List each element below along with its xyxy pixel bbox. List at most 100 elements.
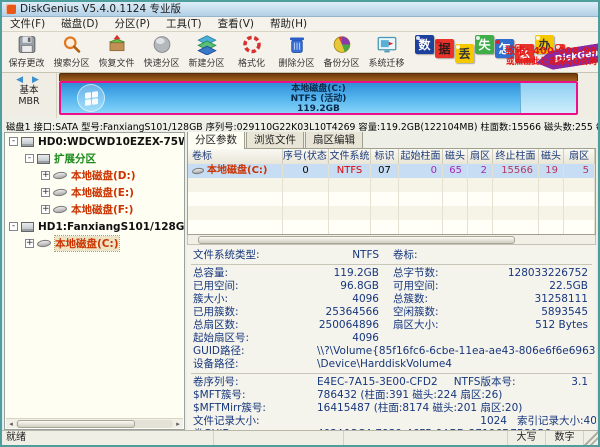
search-partition-button[interactable]: 搜索分区 [49, 32, 94, 72]
expand-icon[interactable]: + [41, 188, 50, 197]
expand-icon[interactable]: + [25, 239, 34, 248]
tree-item-disk-e[interactable]: + 本地磁盘(E:) [5, 184, 184, 201]
detail-row-guid-path: GUID路径:\\?\Volume{85f16fc6-6cbe-11ea-ae4… [187, 345, 596, 358]
collapse-icon[interactable]: - [9, 137, 18, 146]
detail-row-record-size: 文件记录大小:1024 索引记录大小:4096 [187, 415, 596, 428]
disk-tree-panel: - HD0:WDCWD10EZEX-75WN4A1(932GB) - 扩展分区 … [4, 132, 185, 430]
menu-tools[interactable]: 工具(T) [158, 17, 210, 32]
detail-row-mft: $MFT簇号:786432 (柱面:391 磁头:224 扇区:26) [187, 389, 596, 402]
partition-icon [53, 171, 68, 180]
system-migration-icon [376, 34, 398, 55]
detail-row: 起始扇区号:4096 [187, 332, 596, 345]
right-panel: 分区参数 浏览文件 扇区编辑 卷标 序号(状态) 文件系统 标识 起始柱面 磁头… [187, 132, 596, 430]
tree-horizontal-scrollbar[interactable]: ◂ ▸ [6, 418, 183, 428]
tree-item-disk-f[interactable]: + 本地磁盘(F:) [5, 201, 184, 218]
tab-browse-files[interactable]: 浏览文件 [246, 132, 304, 148]
table-horizontal-scrollbar[interactable] [187, 235, 596, 245]
partition-icon [37, 239, 52, 248]
toolbar: 保存更改 搜索分区 恢复文件 快速分区 [2, 32, 598, 73]
partition-c-bar[interactable]: 本地磁盘(C:) NTFS (活动) 119.2GB [59, 81, 578, 115]
hdd-icon [21, 137, 34, 147]
expand-icon[interactable]: + [41, 171, 50, 180]
tab-partition-params[interactable]: 分区参数 [187, 132, 245, 149]
next-disk-icon[interactable]: ▶ [32, 75, 42, 85]
tree-item-extended-partition[interactable]: - 扩展分区 [5, 150, 184, 167]
save-changes-button[interactable]: 保存更改 [4, 32, 49, 72]
new-partition-button[interactable]: 新建分区 [184, 32, 229, 72]
detail-row-serial: 卷序列号:E4EC-7A15-3E00-CFD2 NTFS版本号:3.1 [187, 376, 596, 389]
format-button[interactable]: 格式化 [229, 32, 274, 72]
collapse-icon[interactable]: - [25, 154, 34, 163]
detail-row: 已用簇数:25364566 空闲簇数:5893545 [187, 306, 596, 319]
prev-disk-icon[interactable]: ◀ [16, 75, 26, 85]
disk-nav: ◀ ▶ 基本 MBR [2, 73, 57, 118]
hdd-icon [21, 222, 34, 232]
detail-row: 簇大小:4096 总簇数:31258111 [187, 293, 596, 306]
divider [191, 264, 592, 265]
empty-table-row [188, 192, 595, 206]
tree-item-disk-c[interactable]: + 本地磁盘(C:) [5, 235, 184, 252]
backup-partition-icon [331, 34, 353, 55]
menu-disk[interactable]: 磁盘(D) [53, 17, 106, 32]
app-window: DiskGenius V5.4.0.1124 专业版 文件(F) 磁盘(D) 分… [0, 0, 600, 447]
detail-row: 已用空间:96.8GB 可用空间:22.5GB [187, 280, 596, 293]
detail-row: 总容量:119.2GB 总字节数:128033226752 [187, 267, 596, 280]
recover-files-button[interactable]: 恢复文件 [94, 32, 139, 72]
tree-item-hd1[interactable]: - HD1:FanxiangS101/128GB(119GB) [5, 218, 184, 235]
slogan-tile: 数 [415, 35, 434, 54]
promo-banner[interactable]: 数 据 丢 失 怎 么 办 ! DiskGenius 团队为您服务 致电: 40… [409, 32, 598, 72]
extended-partition-icon [37, 154, 50, 164]
backup-partition-button[interactable]: 备份分区 [319, 32, 364, 72]
scroll-left-icon[interactable]: ◂ [6, 419, 16, 429]
divider [191, 373, 592, 374]
partition-icon [53, 188, 68, 197]
scroll-right-icon[interactable]: ▸ [173, 419, 183, 429]
tab-sector-edit[interactable]: 扇区编辑 [305, 132, 363, 148]
expand-icon[interactable]: + [41, 205, 50, 214]
window-title: DiskGenius V5.4.0.1124 专业版 [20, 2, 181, 16]
previous-disk-bar[interactable] [59, 73, 578, 81]
collapse-icon[interactable]: - [9, 222, 18, 231]
menu-file[interactable]: 文件(F) [2, 17, 53, 32]
delete-partition-button[interactable]: 删除分区 [274, 32, 319, 72]
tab-bar: 分区参数 浏览文件 扇区编辑 [187, 132, 596, 148]
main-area: - HD0:WDCWD10EZEX-75WN4A1(932GB) - 扩展分区 … [2, 132, 598, 430]
menu-bar: 文件(F) 磁盘(D) 分区(P) 工具(T) 查看(V) 帮助(H) [2, 17, 598, 32]
partition-bar-label: 本地磁盘(C:) NTFS (活动) 119.2GB [61, 84, 576, 114]
scrollbar-thumb[interactable] [17, 420, 135, 428]
detail-row-device-path: 设备路径:\Device\HarddiskVolume4 [187, 358, 596, 371]
quick-partition-icon [151, 34, 173, 55]
partition-icon [192, 167, 205, 175]
title-bar[interactable]: DiskGenius V5.4.0.1124 专业版 [2, 2, 598, 17]
menu-help[interactable]: 帮助(H) [262, 17, 315, 32]
status-capslock: 大写 [508, 431, 546, 445]
save-icon [16, 34, 38, 55]
slogan-tile: 丢 [455, 44, 474, 63]
tree-item-hd0[interactable]: - HD0:WDCWD10EZEX-75WN4A1(932GB) [5, 133, 184, 150]
slogan-tile: 失 [475, 35, 494, 54]
status-numlock: 数字 [546, 431, 584, 445]
menu-view[interactable]: 查看(V) [210, 17, 262, 32]
tree-item-disk-d[interactable]: + 本地磁盘(D:) [5, 167, 184, 184]
disk-type-label: 基本 [19, 85, 38, 96]
scrollbar-thumb[interactable] [198, 236, 515, 244]
menu-partition[interactable]: 分区(P) [107, 17, 159, 32]
hotline-text: 致电: 400-008-99 或点击此处选择QQ咨询 [506, 46, 597, 68]
delete-partition-icon [286, 34, 308, 55]
partition-details: 文件系统类型:NTFS 卷标: 总容量:119.2GB 总字节数:1280332… [187, 245, 596, 430]
slogan-tile: 据 [435, 39, 454, 58]
table-row-disk-c[interactable]: 本地磁盘(C:) 0 NTFS 07 0 65 2 15566 19 5 [188, 164, 595, 178]
quick-partition-button[interactable]: 快速分区 [139, 32, 184, 72]
partition-icon [53, 205, 68, 214]
partition-table: 卷标 序号(状态) 文件系统 标识 起始柱面 磁头 扇区 终止柱面 磁头 扇区 … [187, 148, 596, 235]
status-ready: 就绪 [2, 431, 214, 445]
detail-row: 文件系统类型:NTFS 卷标: [187, 249, 596, 262]
resize-grip[interactable] [584, 431, 598, 445]
status-segment [344, 431, 508, 445]
recover-files-icon [106, 34, 128, 55]
detail-row: 总扇区数:250064896 扇区大小:512 Bytes [187, 319, 596, 332]
system-migration-button[interactable]: 系统迁移 [364, 32, 409, 72]
empty-table-row [188, 206, 595, 220]
new-partition-icon [196, 34, 218, 55]
table-header-row: 卷标 序号(状态) 文件系统 标识 起始柱面 磁头 扇区 终止柱面 磁头 扇区 [188, 149, 595, 164]
